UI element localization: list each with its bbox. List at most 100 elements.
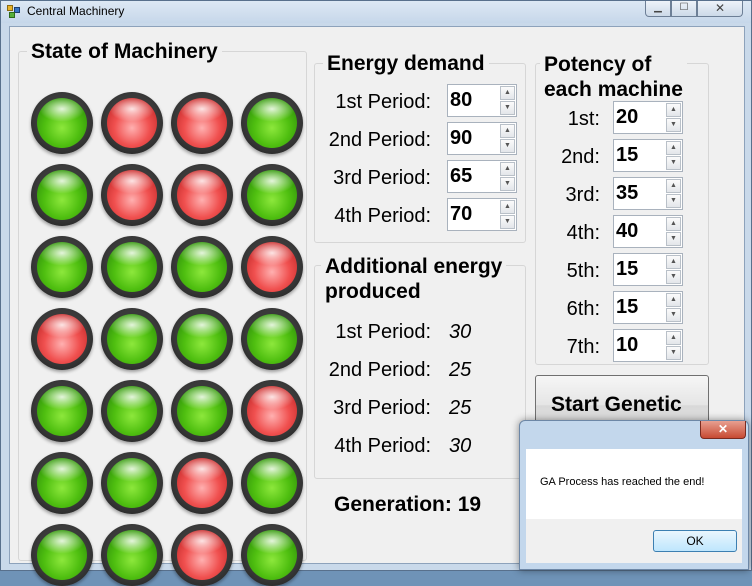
spin-down-icon[interactable]: ▼	[500, 101, 515, 115]
status-bulb-icon	[37, 530, 87, 580]
machine-status-light-red	[171, 452, 233, 514]
spin-up-icon[interactable]: ▲	[500, 200, 515, 214]
demand-period-3-value: 65	[450, 165, 473, 187]
spin-down-icon[interactable]: ▼	[500, 215, 515, 229]
generation-value: 19	[457, 493, 482, 516]
machine-4-input[interactable]: 40 ▲ ▼	[613, 215, 683, 248]
additional-period-4-value: 30	[449, 435, 472, 457]
energy-demand-group: Energy demand 1st Period: 80 ▲ ▼ 2nd Peri…	[314, 52, 526, 243]
status-bulb-icon	[247, 314, 297, 364]
spin-down-icon[interactable]: ▼	[666, 118, 681, 132]
status-bulb-icon	[247, 386, 297, 436]
dialog-message: GA Process has reached the end!	[540, 476, 705, 488]
spin-up-icon[interactable]: ▲	[500, 162, 515, 176]
spin-down-icon[interactable]: ▼	[666, 232, 681, 246]
spin-down-icon[interactable]: ▼	[666, 194, 681, 208]
machine-1-input[interactable]: 20 ▲ ▼	[613, 101, 683, 134]
demand-period-3-label: 3rd Period:	[333, 167, 431, 189]
machine-7-input[interactable]: 10 ▲ ▼	[613, 329, 683, 362]
machine-status-light-green	[241, 164, 303, 226]
additional-energy-group: Additional energy produced 1st Period: 3…	[314, 254, 526, 479]
status-bulb-icon	[37, 98, 87, 148]
spin-up-icon[interactable]: ▲	[500, 86, 515, 100]
additional-period-1-value: 30	[449, 321, 472, 343]
status-bulb-icon	[37, 170, 87, 220]
potency-title: Potency of each machine	[540, 52, 687, 102]
spin-up-icon[interactable]: ▲	[666, 293, 681, 307]
additional-period-1-label: 1st Period:	[335, 321, 431, 343]
generation-label: Generation:	[334, 493, 452, 516]
machine-3-label: 3rd:	[565, 184, 600, 206]
machine-2-label: 2nd:	[561, 146, 600, 168]
generation-readout: Generation: 19	[334, 493, 481, 517]
status-bulb-icon	[107, 98, 157, 148]
ok-button[interactable]: OK	[653, 530, 737, 552]
status-bulb-icon	[177, 98, 227, 148]
machine-status-light-green	[241, 92, 303, 154]
machine-status-light-green	[241, 308, 303, 370]
status-bulb-icon	[107, 530, 157, 580]
machine-status-light-green	[171, 236, 233, 298]
machine-1-label: 1st:	[567, 108, 600, 130]
machine-status-light-green	[101, 524, 163, 586]
status-bulb-icon	[37, 386, 87, 436]
message-dialog: ✕ GA Process has reached the end! OK	[519, 420, 749, 570]
demand-period-3-input[interactable]: 65 ▲ ▼	[447, 160, 517, 193]
potency-title-line1: Potency of	[544, 53, 652, 76]
demand-period-2-value: 90	[450, 127, 473, 149]
machine-status-light-green	[31, 236, 93, 298]
demand-period-4-input[interactable]: 70 ▲ ▼	[447, 198, 517, 231]
dialog-footer: OK	[526, 519, 742, 563]
maximize-button[interactable]: ☐	[671, 1, 697, 17]
spin-up-icon[interactable]: ▲	[666, 331, 681, 345]
machine-5-input[interactable]: 15 ▲ ▼	[613, 253, 683, 286]
machine-status-light-red	[171, 92, 233, 154]
machine-5-value: 15	[616, 258, 639, 280]
spin-up-icon[interactable]: ▲	[666, 103, 681, 117]
spin-up-icon[interactable]: ▲	[666, 217, 681, 231]
spin-down-icon[interactable]: ▼	[666, 156, 681, 170]
potency-title-line2: each machine	[544, 78, 683, 101]
demand-period-4-value: 70	[450, 203, 473, 225]
machine-status-light-green	[241, 524, 303, 586]
close-button[interactable]: ✕	[697, 1, 743, 17]
additional-period-2-value: 25	[449, 359, 472, 381]
title-bar[interactable]: Central Machinery ▁ ☐ ✕	[1, 1, 751, 23]
spin-down-icon[interactable]: ▼	[666, 270, 681, 284]
spin-up-icon[interactable]: ▲	[500, 124, 515, 138]
machine-6-input[interactable]: 15 ▲ ▼	[613, 291, 683, 324]
dialog-close-button[interactable]: ✕	[700, 421, 746, 439]
machine-status-light-green	[241, 452, 303, 514]
spin-down-icon[interactable]: ▼	[500, 177, 515, 191]
app-icon	[7, 5, 21, 18]
demand-period-2-input[interactable]: 90 ▲ ▼	[447, 122, 517, 155]
spin-up-icon[interactable]: ▲	[666, 179, 681, 193]
main-window: Central Machinery ▁ ☐ ✕ State of Machine…	[0, 0, 752, 586]
machine-2-input[interactable]: 15 ▲ ▼	[613, 139, 683, 172]
machine-2-value: 15	[616, 144, 639, 166]
machine-6-label: 6th:	[566, 298, 600, 320]
spin-up-icon[interactable]: ▲	[666, 255, 681, 269]
machine-status-light-green	[101, 452, 163, 514]
additional-period-2-label: 2nd Period:	[328, 359, 431, 381]
status-bulb-icon	[177, 242, 227, 292]
spin-down-icon[interactable]: ▼	[666, 308, 681, 322]
spin-down-icon[interactable]: ▼	[666, 346, 681, 360]
status-bulb-icon	[177, 170, 227, 220]
status-bulb-icon	[107, 242, 157, 292]
machine-3-input[interactable]: 35 ▲ ▼	[613, 177, 683, 210]
demand-period-1-input[interactable]: 80 ▲ ▼	[447, 84, 517, 117]
status-bulb-icon	[247, 530, 297, 580]
status-bulb-icon	[177, 458, 227, 508]
minimize-button[interactable]: ▁	[645, 1, 671, 17]
machine-3-value: 35	[616, 182, 639, 204]
spin-down-icon[interactable]: ▼	[500, 139, 515, 153]
machine-status-light-red	[171, 164, 233, 226]
status-bulb-icon	[177, 386, 227, 436]
machine-status-light-red	[241, 380, 303, 442]
spin-up-icon[interactable]: ▲	[666, 141, 681, 155]
additional-energy-title: Additional energy produced	[321, 254, 507, 304]
machinery-title: State of Machinery	[27, 40, 222, 64]
additional-period-3-value: 25	[449, 397, 472, 419]
machine-status-light-red	[101, 164, 163, 226]
